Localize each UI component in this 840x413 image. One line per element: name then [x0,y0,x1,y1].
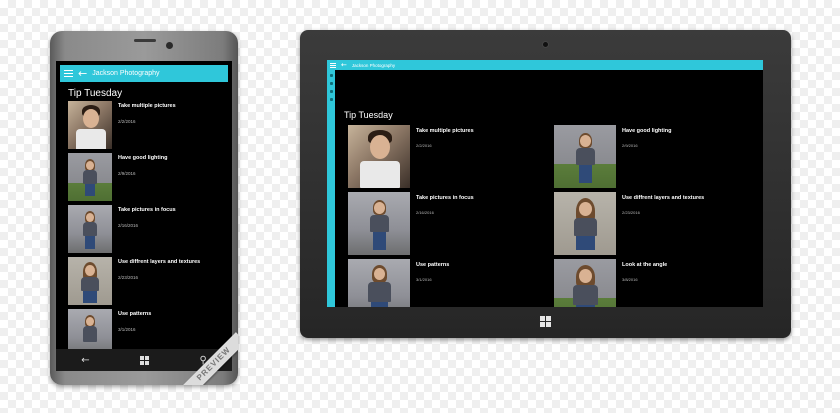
item-title: Look at the angle [622,262,668,268]
list-item[interactable]: Take pictures in focus 2/16/2016 [348,192,548,259]
nav-rail-icon[interactable] [329,90,333,93]
photo-thumbnail [68,257,112,305]
item-date: 2/9/2016 [622,143,638,148]
hamburger-menu-icon[interactable] [330,62,336,68]
item-date: 3/8/2016 [622,277,638,282]
nav-rail-icon[interactable] [329,82,333,85]
photo-thumbnail [554,259,616,307]
item-date: 2/16/2016 [118,223,139,228]
item-date: 2/23/2016 [622,210,640,215]
nav-rail [327,70,335,307]
list-item[interactable]: Take multiple pictures 2/2/2016 [348,125,548,192]
phone-tip-list: Take multiple pictures 2/2/2016 Have goo… [68,101,228,361]
item-date: 2/16/2016 [416,210,434,215]
section-title: Tip Tuesday [344,110,393,120]
phone-speaker [134,39,156,42]
photo-thumbnail [554,192,616,255]
item-date: 3/1/2016 [118,327,136,332]
tablet-column-left: Take multiple pictures 2/2/2016 Take pic… [348,125,548,307]
item-date: 2/23/2016 [118,275,139,280]
back-arrow-icon[interactable]: ← [78,68,87,79]
list-item[interactable]: Have good lighting 2/9/2016 [554,125,754,192]
phone-app-bar: ← Jackson Photography [60,65,228,82]
item-date: 2/2/2016 [416,143,432,148]
app-title: Jackson Photography [92,70,160,77]
phone-top-bezel [50,31,238,61]
tablet-column-right: Have good lighting 2/9/2016 Use diffrent… [554,125,754,307]
photo-thumbnail [554,125,616,188]
tablet-screen: ← Jackson Photography Tip Tuesday Take m… [327,60,763,307]
phone-camera [166,42,173,49]
item-title: Use diffrent layers and textures [622,195,705,201]
item-date: 2/9/2016 [118,171,136,176]
item-title: Use diffrent layers and textures [118,259,201,265]
tablet-app-bar: ← Jackson Photography [327,60,763,70]
photo-thumbnail [348,125,410,188]
list-item[interactable]: Take pictures in focus 2/16/2016 [68,205,228,257]
windows-icon[interactable] [140,355,150,365]
photo-thumbnail [348,192,410,255]
list-item[interactable]: Take multiple pictures 2/2/2016 [68,101,228,153]
item-date: 2/2/2016 [118,119,136,124]
item-title: Have good lighting [118,155,168,161]
item-title: Have good lighting [622,128,672,134]
item-title: Take pictures in focus [416,195,474,201]
list-item[interactable]: Have good lighting 2/9/2016 [68,153,228,205]
back-arrow-icon[interactable]: ← [81,355,89,366]
photo-thumbnail [68,153,112,201]
windows-icon[interactable] [540,316,551,327]
list-item[interactable]: Use diffrent layers and textures 2/23/20… [68,257,228,309]
list-item[interactable]: Look at the angle 3/8/2016 [554,259,754,307]
phone-device: ← Jackson Photography Tip Tuesday Take m… [50,31,238,385]
list-item[interactable]: Use patterns 3/1/2016 [348,259,548,307]
back-arrow-icon[interactable]: ← [341,61,347,69]
list-item[interactable]: Use diffrent layers and textures 2/23/20… [554,192,754,259]
item-title: Use patterns [118,311,152,317]
item-title: Take multiple pictures [416,128,474,134]
photo-thumbnail [348,259,410,307]
tablet-camera [542,41,549,48]
nav-rail-icon[interactable] [329,74,333,77]
item-title: Take pictures in focus [118,207,176,213]
item-date: 3/1/2016 [416,277,432,282]
section-title: Tip Tuesday [68,88,123,99]
item-title: Use patterns [416,262,450,268]
tablet-device: ← Jackson Photography Tip Tuesday Take m… [300,30,791,338]
hamburger-menu-icon[interactable] [64,70,73,77]
item-title: Take multiple pictures [118,103,176,109]
photo-thumbnail [68,101,112,149]
nav-rail-icon[interactable] [329,98,333,101]
phone-screen: ← Jackson Photography Tip Tuesday Take m… [56,61,232,371]
app-title: Jackson Photography [351,62,396,68]
photo-thumbnail [68,205,112,253]
